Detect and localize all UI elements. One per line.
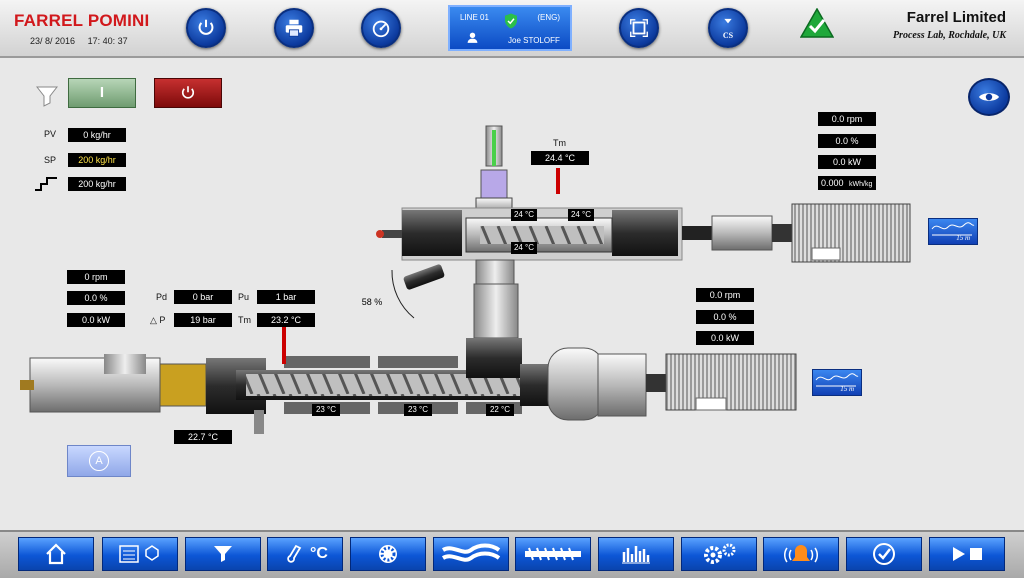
line-label: LINE 01: [460, 13, 489, 22]
mixer-trend-label: 15 m: [956, 234, 970, 242]
screw-icon: [525, 547, 581, 561]
dp-label: △ P: [150, 315, 166, 325]
mixer-energy: 0.000 kWh/kg: [818, 176, 876, 190]
power-button[interactable]: [186, 8, 226, 48]
play-stop-icon: [953, 547, 982, 561]
mixer-kw: 0.0 kW: [818, 155, 876, 169]
mixer-percent: 0.0 %: [818, 134, 876, 148]
extruder-percent: 0.0 %: [67, 291, 125, 305]
bottom-nav: °C: [0, 530, 1024, 578]
user-name: Joe STOLOFF: [508, 36, 560, 45]
check-circle-icon: [873, 543, 895, 565]
mixer-kwh-unit: kWh/kg: [849, 181, 873, 188]
extruder-tm: 23.2 °C: [257, 313, 315, 327]
nav-feeder-button[interactable]: [185, 537, 261, 571]
die-temperature: 22.7 °C: [174, 430, 232, 444]
shield-check-icon: [505, 13, 517, 29]
recipe-molecule-icon: [119, 545, 159, 563]
drive-rpm: 0.0 rpm: [696, 288, 754, 302]
mixer-tm-label: Tm: [553, 138, 566, 148]
feeder-icon: [214, 546, 232, 562]
brand-logo: FARREL POMINI: [14, 11, 150, 30]
extruder-pd: 0 bar: [174, 290, 232, 304]
mixer-kwh-value: 0.000: [821, 178, 844, 188]
machine-diagram: [20, 125, 911, 434]
drive-kw: 0.0 kW: [696, 331, 754, 345]
extruder-dp: 19 bar: [174, 313, 232, 327]
mixer-temp-2: 24 °C: [568, 209, 594, 221]
nav-settings-button[interactable]: [681, 537, 757, 571]
fullscreen-button[interactable]: [619, 8, 659, 48]
auto-label: A: [89, 451, 109, 471]
power-icon: [198, 19, 214, 35]
mixer-tm-value: 24.4 °C: [531, 151, 589, 165]
printer-icon: [285, 19, 303, 37]
zone-temp-2: 23 °C: [404, 404, 432, 416]
company-name: Farrel Limited: [906, 9, 1006, 26]
mixer-temp-1: 24 °C: [511, 209, 537, 221]
alarm-ok-icon[interactable]: [800, 8, 834, 38]
mixer-trend-button[interactable]: 15 m: [928, 218, 978, 245]
print-button[interactable]: [274, 8, 314, 48]
nav-temperature-button[interactable]: °C: [267, 537, 343, 571]
fullscreen-icon: [630, 19, 648, 37]
cs-button[interactable]: CS: [708, 8, 748, 48]
drive-trend-button[interactable]: 15 m: [812, 369, 862, 396]
nav-alarms-button[interactable]: [763, 537, 839, 571]
bar-chart-icon: [622, 546, 650, 564]
extruder-kw: 0.0 kW: [67, 313, 125, 327]
nav-screws-button[interactable]: [433, 537, 509, 571]
language-label: (ENG): [537, 13, 560, 22]
pu-label: Pu: [238, 292, 250, 302]
user-icon: [467, 32, 478, 43]
twin-screw-icon: [441, 543, 501, 562]
rotor-icon: [379, 545, 397, 563]
time-display: 17: 40: 37: [87, 36, 128, 46]
extruder-rpm: 0 rpm: [67, 270, 125, 284]
pd-label: Pd: [156, 292, 168, 302]
thermometer-icon: [287, 544, 302, 563]
nav-sequence-button[interactable]: [929, 537, 1005, 571]
auto-mode-button[interactable]: A: [67, 445, 131, 477]
nav-home-button[interactable]: [18, 537, 94, 571]
alarm-bell-icon: [784, 545, 818, 563]
header-bar: FARREL POMINI 23/ 8/ 2016 17: 40: 37 LIN…: [0, 0, 1024, 58]
speedometer-icon: [372, 20, 390, 38]
nav-mixer-button[interactable]: [350, 537, 426, 571]
drive-percent: 0.0 %: [696, 310, 754, 324]
zone-temp-1: 23 °C: [312, 404, 340, 416]
home-icon: [46, 543, 66, 565]
process-overview: I PV 0 kg/hr SP 200 kg/hr 200 kg/hr Tm 2…: [0, 58, 1024, 530]
mixer-temp-3: 24 °C: [511, 242, 537, 254]
company-info: Farrel Limited Process Lab, Rochdale, UK: [893, 9, 1006, 41]
line-user-panel[interactable]: LINE 01 (ENG) Joe STOLOFF: [448, 5, 572, 51]
temp-unit: °C: [310, 545, 328, 562]
cs-label: CS: [722, 31, 734, 40]
gate-position: 58 %: [361, 297, 383, 307]
mixer-rpm: 0.0 rpm: [818, 112, 876, 126]
nav-recipe-button[interactable]: [102, 537, 178, 571]
datetime: 23/ 8/ 2016 17: 40: 37: [30, 36, 138, 46]
drive-trend-label: 15 m: [840, 385, 854, 393]
speed-button[interactable]: [361, 8, 401, 48]
company-location: Process Lab, Rochdale, UK: [892, 30, 1006, 41]
nav-trends-button[interactable]: [598, 537, 674, 571]
gears-icon: [704, 543, 736, 564]
nav-acknowledge-button[interactable]: [846, 537, 922, 571]
date-display: 23/ 8/ 2016: [30, 36, 76, 46]
extruder-pu: 1 bar: [257, 290, 315, 304]
extruder-tm-label: Tm: [238, 315, 251, 325]
nav-extruder-button[interactable]: [515, 537, 591, 571]
zone-temp-3: 22 °C: [486, 404, 514, 416]
